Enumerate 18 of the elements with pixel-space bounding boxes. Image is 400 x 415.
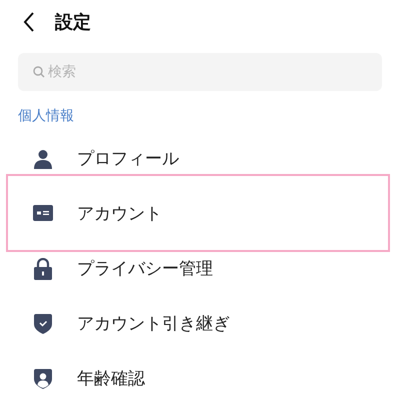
back-icon[interactable] [23, 12, 35, 32]
item-label: アカウント引き継ぎ [77, 313, 230, 335]
id-card-icon [32, 205, 54, 221]
item-label: 年齢確認 [77, 368, 145, 390]
item-label: プロフィール [77, 148, 179, 170]
person-icon [32, 148, 54, 168]
page-title: 設定 [55, 11, 91, 34]
item-label: プライバシー管理 [77, 258, 213, 280]
section-title: 個人情報 [18, 107, 75, 126]
settings-item[interactable]: アカウント引き継ぎ [6, 296, 390, 351]
settings-item[interactable]: 年齢確認 [6, 351, 390, 406]
search-field[interactable]: 検索 [18, 53, 382, 91]
search-icon [33, 66, 45, 78]
shield-person-icon [32, 368, 54, 388]
shield-check-icon [32, 314, 54, 334]
lock-icon [32, 258, 54, 280]
item-label: アカウント [77, 202, 162, 224]
settings-item[interactable]: アカウント [6, 174, 390, 252]
